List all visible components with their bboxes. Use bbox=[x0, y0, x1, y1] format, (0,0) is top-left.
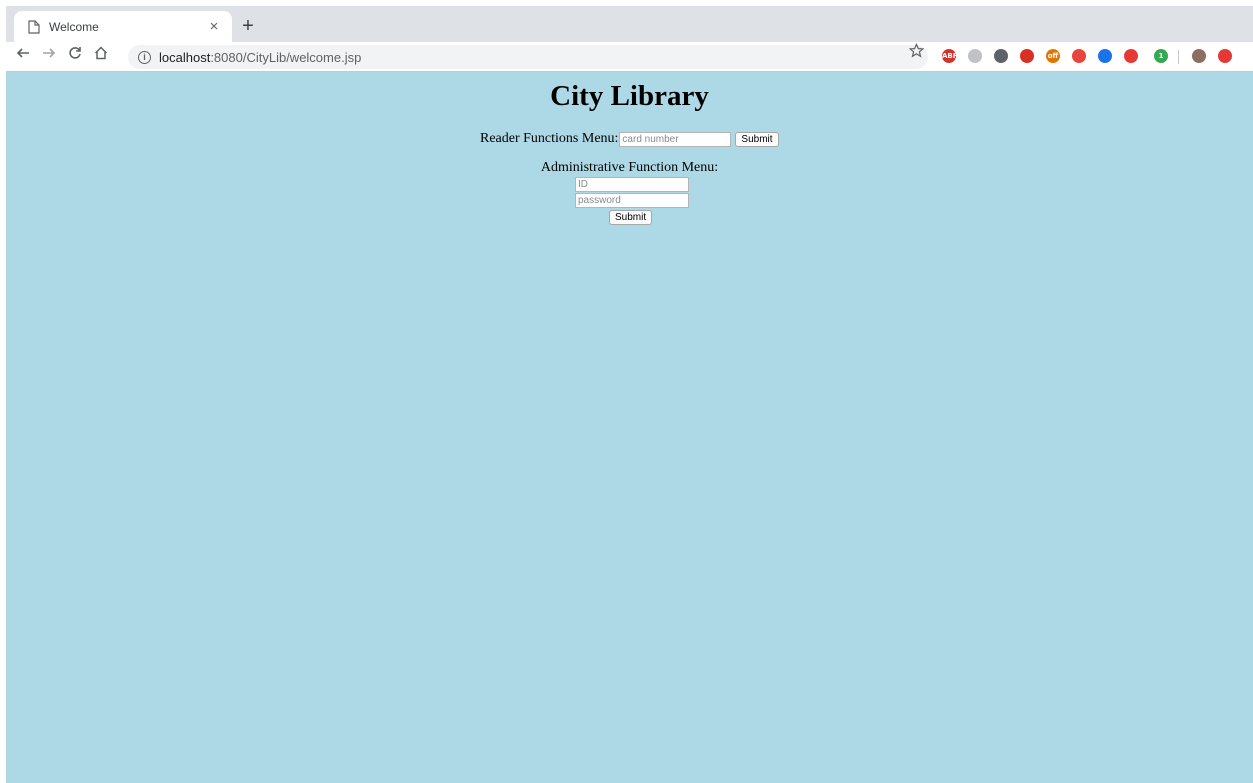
adblock-plus-icon[interactable]: ABP bbox=[942, 49, 958, 63]
admin-submit-button[interactable]: Submit bbox=[609, 210, 653, 225]
ext-off-icon[interactable]: off bbox=[1046, 49, 1060, 63]
forward-icon[interactable] bbox=[38, 45, 60, 67]
reader-submit-button[interactable]: Submit bbox=[735, 131, 779, 147]
ext-red-icon[interactable] bbox=[1218, 49, 1232, 63]
url-path: :8080/CityLib/welcome.jsp bbox=[210, 49, 362, 65]
tab-strip: Welcome × + bbox=[6, 6, 1253, 42]
tab-welcome[interactable]: Welcome × bbox=[14, 11, 232, 42]
page-title: City Library bbox=[550, 80, 709, 112]
profile-icon[interactable] bbox=[1192, 49, 1206, 63]
reload-icon[interactable] bbox=[64, 45, 86, 67]
browser-toolbar: i localhost:8080/CityLib/welcome.jsp ABP… bbox=[6, 42, 1253, 72]
address-url: localhost:8080/CityLib/welcome.jsp bbox=[159, 50, 361, 65]
reader-functions-row: Reader Functions Menu: Submit bbox=[480, 131, 779, 147]
info-icon[interactable]: i bbox=[138, 50, 151, 64]
back-icon[interactable] bbox=[12, 45, 34, 67]
ext-apple-icon[interactable] bbox=[1124, 49, 1138, 63]
reader-functions-label: Reader Functions Menu: bbox=[480, 131, 619, 146]
ext-robot-icon[interactable] bbox=[1072, 49, 1086, 63]
admin-password-input[interactable] bbox=[575, 193, 689, 208]
toolbar-divider bbox=[1178, 50, 1179, 64]
ext-gray-icon[interactable] bbox=[968, 49, 982, 63]
card-number-input[interactable] bbox=[619, 131, 732, 147]
ext-stop-icon[interactable] bbox=[1020, 49, 1034, 63]
tab-title: Welcome bbox=[49, 19, 99, 34]
ext-green-icon[interactable]: 1 bbox=[1154, 49, 1168, 63]
ext-grid-icon[interactable] bbox=[994, 49, 1008, 63]
ext-windows-icon[interactable] bbox=[1098, 49, 1112, 63]
close-tab-icon[interactable]: × bbox=[206, 18, 222, 35]
admin-id-input[interactable] bbox=[575, 177, 689, 192]
address-bar[interactable]: i localhost:8080/CityLib/welcome.jsp bbox=[128, 45, 928, 69]
page-icon bbox=[28, 19, 40, 34]
home-icon[interactable] bbox=[90, 45, 112, 67]
new-tab-button[interactable]: + bbox=[236, 14, 260, 38]
admin-functions-label: Administrative Function Menu: bbox=[540, 160, 719, 175]
url-host: localhost bbox=[159, 49, 211, 65]
page-content: City Library Reader Functions Menu: Subm… bbox=[6, 72, 1253, 783]
bookmark-star-icon[interactable] bbox=[904, 42, 928, 65]
